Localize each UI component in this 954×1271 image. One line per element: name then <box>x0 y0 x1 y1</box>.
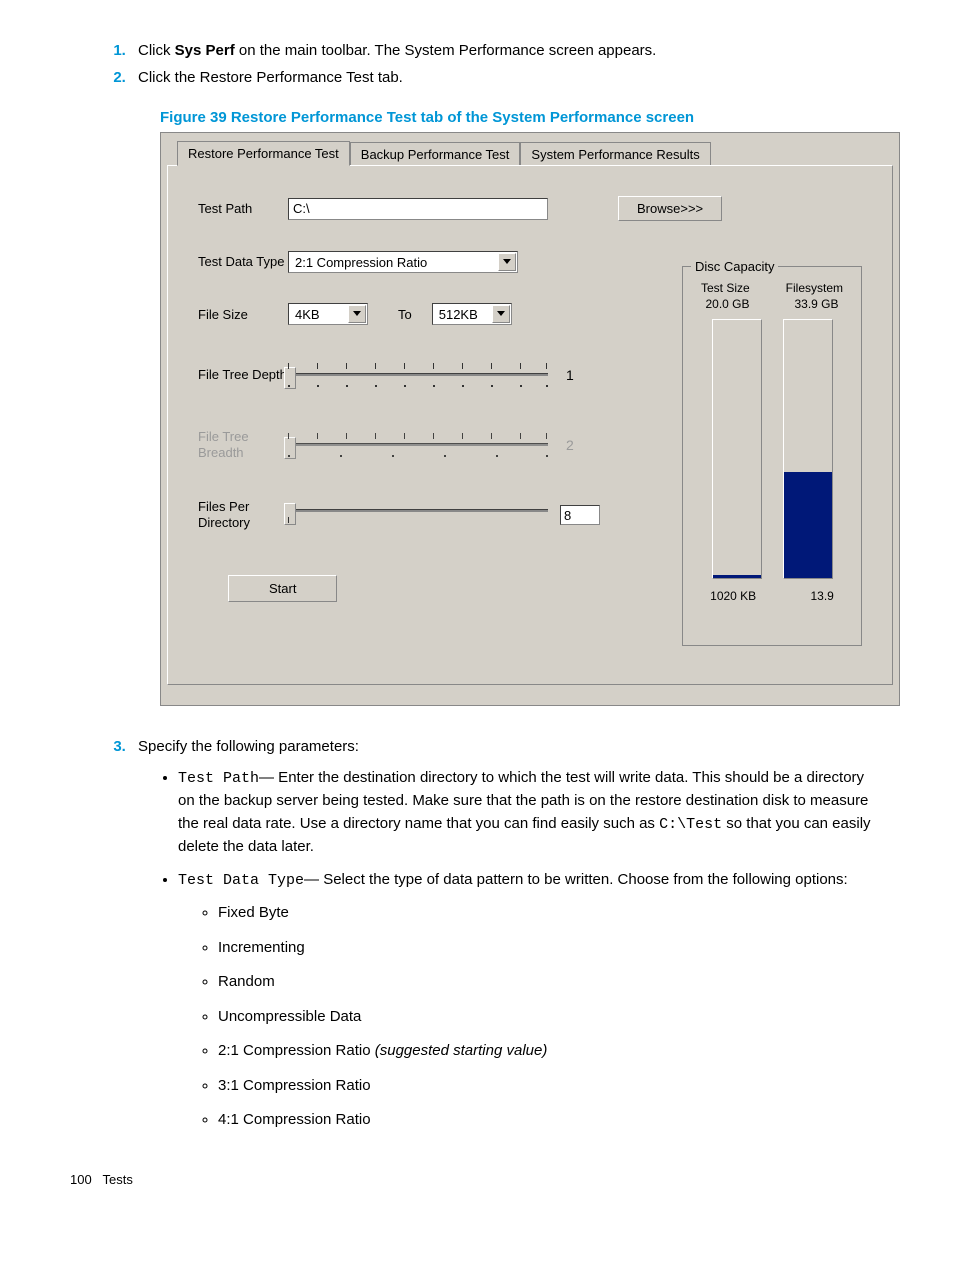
opt-3-1: 3:1 Compression Ratio <box>218 1075 884 1098</box>
opt-incrementing: Incrementing <box>218 937 884 960</box>
tab-sys-results[interactable]: System Performance Results <box>520 142 710 166</box>
disc-capacity-legend: Disc Capacity <box>691 259 778 274</box>
opt-4-1: 4:1 Compression Ratio <box>218 1109 884 1132</box>
chevron-down-icon <box>498 253 516 271</box>
step-3: Specify the following parameters: Test P… <box>130 736 884 1132</box>
page-number: 100 <box>70 1172 92 1187</box>
files-per-directory-slider[interactable] <box>288 495 548 535</box>
label-to: To <box>398 307 412 322</box>
tab-body: Test Path Browse>>> Test Data Type 2:1 C… <box>167 165 893 685</box>
dc-value-filesystem: 33.9 GB <box>794 297 838 311</box>
dc-bar-test-size <box>712 319 762 579</box>
page-footer: 100 Tests <box>70 1172 884 1187</box>
dc-value-test-size: 20.0 GB <box>705 297 749 311</box>
dc-header-filesystem: Filesystem <box>786 281 843 295</box>
tabs-row: Restore Performance Test Backup Performa… <box>167 139 893 165</box>
disc-capacity-panel: Disc Capacity Test Size Filesystem 20.0 … <box>682 266 862 646</box>
data-type-options: Fixed Byte Incrementing Random Uncompres… <box>178 902 884 1132</box>
dc-bottom-test-size: 1020 KB <box>710 589 756 603</box>
app-window: Restore Performance Test Backup Performa… <box>160 132 900 706</box>
label-file-size: File Size <box>198 307 288 322</box>
steps-list-continued: Specify the following parameters: Test P… <box>70 736 884 1132</box>
dc-bottom-filesystem: 13.9 <box>810 589 833 603</box>
step-1: Click Sys Perf on the main toolbar. The … <box>130 40 884 63</box>
test-path-input[interactable] <box>288 198 548 220</box>
file-tree-depth-value: 1 <box>566 367 574 383</box>
dc-bar-filesystem <box>783 319 833 579</box>
chevron-down-icon <box>492 305 510 323</box>
label-files-per-directory: Files Per Directory <box>198 499 288 530</box>
tab-restore-perf[interactable]: Restore Performance Test <box>177 141 350 166</box>
start-button[interactable]: Start <box>228 575 337 602</box>
file-size-to-dropdown[interactable]: 512KB <box>432 303 512 325</box>
figure-caption: Figure 39 Restore Performance Test tab o… <box>160 109 884 126</box>
test-data-type-dropdown[interactable]: 2:1 Compression Ratio <box>288 251 518 273</box>
opt-uncompressible: Uncompressible Data <box>218 1006 884 1029</box>
params-bullets: Test Path— Enter the destination directo… <box>138 767 884 1132</box>
opt-random: Random <box>218 971 884 994</box>
label-file-tree-breadth: File Tree Breadth <box>198 429 288 460</box>
files-per-directory-input[interactable] <box>560 505 600 525</box>
dc-header-test-size: Test Size <box>701 281 750 295</box>
opt-fixed-byte: Fixed Byte <box>218 902 884 925</box>
label-test-data-type: Test Data Type <box>198 254 288 270</box>
steps-list: Click Sys Perf on the main toolbar. The … <box>70 40 884 89</box>
section-name: Tests <box>103 1172 133 1187</box>
param-test-data-type: Test Data Type— Select the type of data … <box>178 869 884 1132</box>
file-size-from-dropdown[interactable]: 4KB <box>288 303 368 325</box>
label-test-path: Test Path <box>198 201 288 216</box>
tab-backup-perf[interactable]: Backup Performance Test <box>350 142 521 166</box>
step-2: Click the Restore Performance Test tab. <box>130 67 884 90</box>
opt-2-1: 2:1 Compression Ratio (suggested startin… <box>218 1040 884 1063</box>
file-tree-breadth-value: 2 <box>566 437 574 453</box>
chevron-down-icon <box>348 305 366 323</box>
label-file-tree-depth: File Tree Depth <box>198 367 288 383</box>
file-tree-depth-slider[interactable] <box>288 355 548 395</box>
browse-button[interactable]: Browse>>> <box>618 196 722 221</box>
param-test-path: Test Path— Enter the destination directo… <box>178 767 884 859</box>
file-tree-breadth-slider <box>288 425 548 465</box>
